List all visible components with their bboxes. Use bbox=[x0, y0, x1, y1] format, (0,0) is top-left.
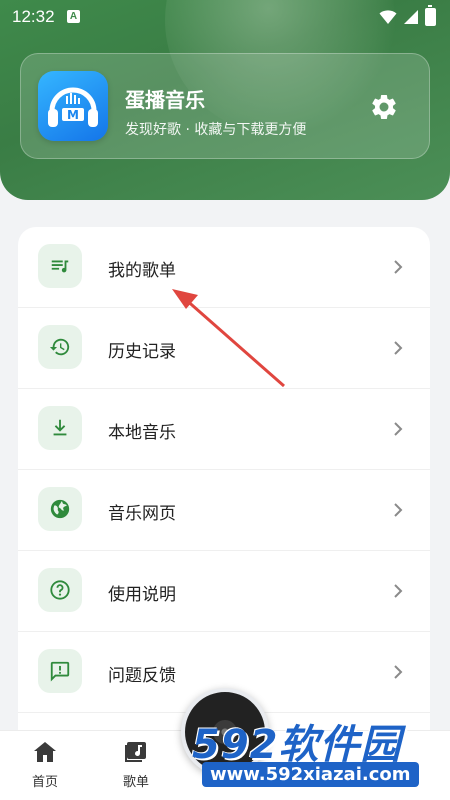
chevron-right-icon bbox=[394, 665, 403, 679]
watermark-logo: 592软件园 www.592xiazai.com bbox=[192, 712, 450, 800]
help-icon bbox=[50, 580, 70, 600]
menu-item-label: 问题反馈 bbox=[108, 666, 176, 686]
status-time: 12:32 bbox=[12, 7, 55, 26]
chevron-right-icon bbox=[394, 341, 403, 355]
menu-icon-container bbox=[38, 568, 82, 612]
wifi-icon bbox=[379, 10, 397, 24]
menu-item-label: 历史记录 bbox=[108, 342, 176, 362]
feedback-icon bbox=[50, 661, 70, 682]
nav-home-label: 首页 bbox=[31, 775, 58, 790]
app-subtitle: 发现好歌 · 收藏与下载更方便 bbox=[125, 122, 307, 138]
home-icon bbox=[34, 742, 56, 762]
menu-icon-container bbox=[38, 406, 82, 450]
menu-icon-container bbox=[38, 649, 82, 693]
menu-item-instructions[interactable]: 使用说明 bbox=[18, 551, 430, 632]
settings-gear-icon[interactable] bbox=[369, 92, 399, 122]
menu-item-label: 我的歌单 bbox=[108, 261, 176, 281]
menu-item-music-web[interactable]: 音乐网页 bbox=[18, 470, 430, 551]
chevron-right-icon bbox=[394, 584, 403, 598]
chevron-right-icon bbox=[394, 503, 403, 517]
nav-playlist-label: 歌单 bbox=[122, 775, 149, 790]
menu-item-history[interactable]: 历史记录 bbox=[18, 308, 430, 389]
music-library-icon bbox=[125, 742, 146, 762]
signal-icon bbox=[404, 10, 418, 24]
logo-letter: M bbox=[67, 108, 79, 122]
menu-item-my-playlists[interactable]: 我的歌单 bbox=[18, 227, 430, 308]
nav-playlist[interactable]: 歌单 bbox=[106, 741, 166, 790]
menu-item-label: 使用说明 bbox=[108, 585, 176, 605]
notification-badge-icon: A bbox=[67, 10, 80, 23]
menu-item-label: 本地音乐 bbox=[108, 423, 176, 443]
app-logo: M bbox=[38, 71, 108, 141]
menu-icon-container bbox=[38, 487, 82, 531]
menu-icon-container bbox=[38, 244, 82, 288]
chevron-right-icon bbox=[394, 422, 403, 436]
playlist-icon bbox=[51, 260, 69, 273]
status-bar: 12:32 A bbox=[0, 0, 450, 34]
status-icons bbox=[379, 5, 436, 26]
menu-icon-container bbox=[38, 325, 82, 369]
menu-card: 我的歌单 历史记录 本地音乐 音乐网页 使用说明 问题反馈 bbox=[18, 227, 430, 767]
history-icon bbox=[49, 338, 70, 356]
header-banner: 12:32 A M 蛋播音乐 发现好歌 · 收藏与下载更方便 bbox=[0, 0, 450, 200]
globe-icon bbox=[50, 499, 70, 519]
download-icon bbox=[53, 419, 67, 436]
battery-icon bbox=[425, 5, 436, 26]
nav-home[interactable]: 首页 bbox=[15, 741, 75, 790]
menu-item-local-music[interactable]: 本地音乐 bbox=[18, 389, 430, 470]
watermark-url: www.592xiazai.com bbox=[202, 762, 419, 787]
headphones-logo-icon: M bbox=[48, 87, 98, 127]
app-info-card: M 蛋播音乐 发现好歌 · 收藏与下载更方便 bbox=[20, 53, 430, 159]
chevron-right-icon bbox=[394, 260, 403, 274]
app-name: 蛋播音乐 bbox=[125, 88, 205, 112]
menu-item-label: 音乐网页 bbox=[108, 504, 176, 524]
